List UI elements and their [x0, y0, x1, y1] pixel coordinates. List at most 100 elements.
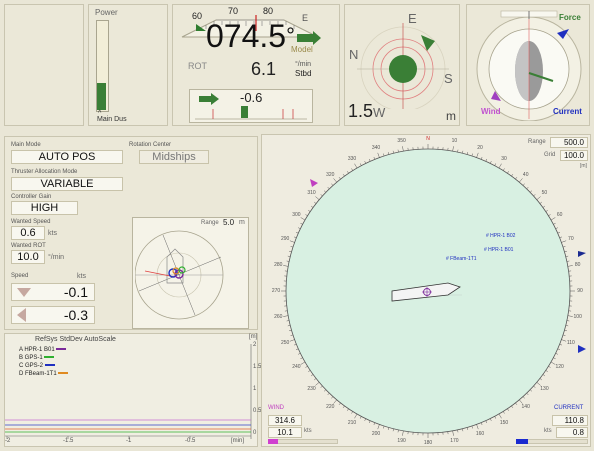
heading-number: 074.5 — [206, 18, 287, 54]
speed-label: Speed — [11, 273, 29, 279]
bearing-label: 200 — [371, 430, 381, 437]
target-hpr-b02: # HPR-1 B02 — [486, 233, 516, 239]
wanted-speed-label: Wanted Speed — [11, 219, 51, 225]
bearing-label: 320 — [326, 171, 335, 178]
current-direction-marker-icon — [578, 345, 586, 353]
rudder-arrow-icon — [199, 93, 219, 105]
bearing-label: 230 — [307, 385, 316, 392]
speed-sway-arrow-icon — [17, 308, 26, 322]
grid-label: Grid — [544, 152, 556, 158]
power-bar-fill — [97, 83, 106, 110]
current-speed-field: 0.8 — [556, 427, 588, 438]
speed-surge-value: -0.1 — [63, 284, 88, 300]
current-readout-label: CURRENT — [554, 405, 584, 411]
wind-speed-field: 10.1 — [268, 427, 302, 438]
wind-readout-label: WIND — [268, 405, 284, 411]
range-field[interactable]: 500.0 — [550, 137, 588, 148]
forces-panel: Force Wind Current — [466, 4, 590, 126]
compass-speed-value: 1.5W — [348, 101, 385, 122]
bearing-label: 10 — [451, 138, 458, 145]
force-label: Force — [559, 13, 581, 22]
heading-value: 074.5° — [206, 19, 295, 53]
heading-right-indicator-icon — [297, 31, 321, 45]
bearing-label: 260 — [274, 314, 283, 321]
main-mode-label: Main Mode — [11, 142, 41, 148]
main-mode-field[interactable]: AUTO POS — [11, 150, 123, 164]
heading-tick-70: 70 — [228, 6, 239, 16]
bearing-label: 340 — [371, 145, 381, 152]
stddev-panel: RefSys StdDev AutoScale [m] [min] A HPR-… — [4, 333, 261, 447]
heading-tick-80: 80 — [263, 6, 274, 16]
current-bar-fill — [516, 439, 528, 444]
grid-field[interactable]: 100.0 — [560, 150, 588, 161]
bearing-label: 310 — [307, 190, 316, 197]
compass-rings — [357, 23, 449, 109]
current-direction-field: 110.8 — [552, 415, 588, 426]
speed-surge-arrow-icon — [17, 288, 31, 297]
bearing-label: 60 — [556, 212, 563, 218]
bearing-label: 70 — [568, 236, 574, 242]
compass-west: W — [373, 105, 386, 120]
thruster-mode-label: Thruster Allocation Mode — [11, 169, 78, 175]
power-source-label: Main Dus — [97, 116, 127, 123]
mini-radar-range-unit: m — [239, 219, 245, 226]
rot-unit: °/min — [295, 61, 312, 68]
bearing-label: 50 — [541, 190, 548, 197]
grid-unit: [m] — [580, 163, 587, 169]
wanted-rot-unit: °/min — [48, 254, 65, 261]
bearing-label: 250 — [280, 339, 290, 346]
bearing-label: 110 — [566, 339, 575, 346]
bearing-label: 240 — [292, 364, 301, 370]
gain-field[interactable]: HIGH — [11, 201, 78, 215]
bearing-label: 160 — [475, 430, 485, 437]
control-panel: Main Mode AUTO POS Rotation Center Midsh… — [4, 136, 258, 330]
bearing-label: 280 — [274, 261, 283, 268]
speed-sway-value: -0.3 — [63, 307, 88, 323]
mini-radar-range-value: 5.0 — [223, 218, 235, 227]
bearing-label: 290 — [280, 236, 290, 242]
mini-radar-plot — [135, 230, 224, 320]
wanted-speed-unit: kts — [48, 230, 57, 237]
stddev-y-unit: [m] — [249, 334, 258, 340]
compass-speed-number: 1.5 — [348, 101, 374, 121]
bearing-label: 170 — [450, 437, 459, 444]
force-direction-marker-icon — [578, 251, 586, 257]
target-fbeam: # FBeam-1T1 — [446, 256, 477, 262]
rotation-center-field[interactable]: Midships — [139, 150, 209, 164]
bearing-label: 300 — [292, 212, 301, 218]
bearing-label: 80 — [574, 261, 581, 268]
wind-speed-unit: kts — [304, 428, 312, 434]
bearing-label: 220 — [326, 404, 335, 411]
wanted-rot-label: Wanted ROT — [11, 243, 46, 249]
heading-cardinal-e: E — [302, 13, 309, 23]
bearing-label: 140 — [521, 404, 530, 411]
bearing-label: 30 — [501, 156, 507, 163]
power-panel: Power ^ Main Dus — [88, 4, 168, 126]
bearing-label: 90 — [577, 288, 583, 294]
wind-direction-marker-icon — [310, 179, 318, 187]
rot-value: 6.1 — [251, 59, 277, 79]
bearing-label: N — [426, 136, 430, 142]
stddev-x-tick: -2 — [5, 438, 11, 444]
bearing-label: 40 — [522, 171, 529, 178]
position-panel: N 10 20 30 40 50 60 70 80 90 100 110 120 130 140 150 160… — [261, 134, 591, 447]
range-label: Range — [528, 139, 546, 145]
compass-north: N — [349, 47, 359, 62]
wind-bar-fill — [268, 439, 278, 444]
bearing-label: 180 — [423, 440, 433, 446]
bearing-label: 20 — [477, 145, 483, 152]
wanted-speed-field[interactable]: 0.6 — [11, 226, 45, 240]
bearing-label: 270 — [271, 288, 281, 294]
rudder-value: -0.6 — [240, 90, 263, 105]
compass-east: E — [408, 11, 417, 26]
compass-south: S — [444, 71, 453, 86]
wanted-rot-field[interactable]: 10.0 — [11, 250, 45, 264]
target-hpr-b01: # HPR-1 B01 — [484, 247, 514, 253]
thruster-mode-field[interactable]: VARIABLE — [11, 177, 123, 191]
bearing-label: 210 — [347, 419, 357, 426]
heading-tick-60: 60 — [192, 11, 203, 21]
compass-speed-unit: m — [446, 109, 456, 123]
bearing-label: 350 — [397, 138, 406, 145]
position-plot — [281, 144, 586, 438]
stddev-x-tick: -0.5 — [185, 438, 196, 444]
